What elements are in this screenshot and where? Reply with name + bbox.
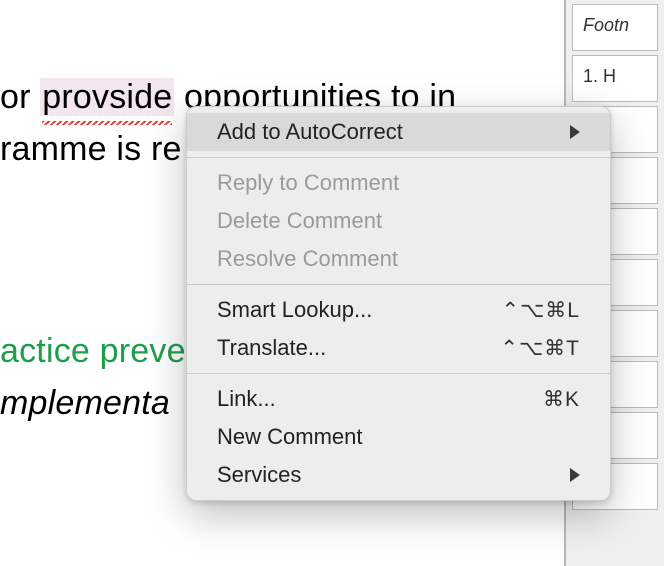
context-menu: Add to AutoCorrect Reply to Comment Dele… (186, 106, 611, 501)
keyboard-shortcut: ⌘K (543, 387, 580, 412)
misspelled-word[interactable]: provside (40, 72, 174, 123)
keyboard-shortcut: ⌃⌥⌘T (500, 336, 580, 361)
menu-item-services[interactable]: Services (187, 456, 610, 494)
text-line-3-green: actice preve (0, 326, 186, 377)
text-fragment: or (0, 78, 40, 116)
menu-item-label: Link... (217, 386, 543, 412)
text-line-4-italic: mplementa (0, 378, 170, 429)
menu-item-smart-lookup[interactable]: Smart Lookup... ⌃⌥⌘L (187, 291, 610, 329)
menu-separator (187, 284, 610, 285)
text-line-2: ramme is re (0, 124, 182, 175)
submenu-arrow-icon (570, 468, 580, 482)
sidebar-row[interactable]: 1. H (572, 55, 658, 102)
submenu-arrow-icon (570, 125, 580, 139)
menu-item-label: Resolve Comment (217, 246, 580, 272)
menu-item-add-autocorrect[interactable]: Add to AutoCorrect (187, 113, 610, 151)
menu-item-resolve-comment: Resolve Comment (187, 240, 610, 278)
menu-item-label: Reply to Comment (217, 170, 580, 196)
misspell-highlight: provside (40, 78, 174, 116)
menu-item-label: New Comment (217, 424, 580, 450)
menu-item-label: Delete Comment (217, 208, 580, 234)
menu-item-reply-comment: Reply to Comment (187, 164, 610, 202)
sidebar-row[interactable]: Footn (572, 4, 658, 51)
menu-item-label: Translate... (217, 335, 500, 361)
menu-item-new-comment[interactable]: New Comment (187, 418, 610, 456)
menu-item-delete-comment: Delete Comment (187, 202, 610, 240)
menu-item-label: Smart Lookup... (217, 297, 502, 323)
menu-item-translate[interactable]: Translate... ⌃⌥⌘T (187, 329, 610, 367)
keyboard-shortcut: ⌃⌥⌘L (502, 298, 580, 323)
menu-item-label: Add to AutoCorrect (217, 119, 560, 145)
menu-separator (187, 157, 610, 158)
menu-item-label: Services (217, 462, 560, 488)
menu-item-link[interactable]: Link... ⌘K (187, 380, 610, 418)
menu-separator (187, 373, 610, 374)
